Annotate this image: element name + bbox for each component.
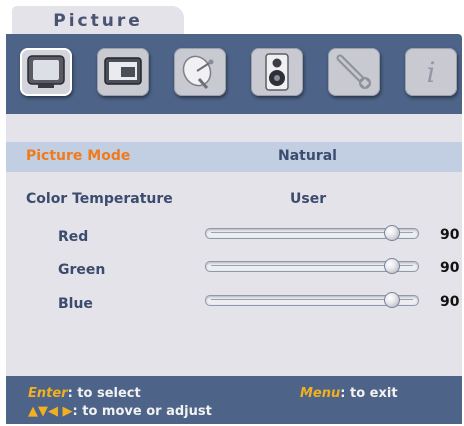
category-icon-bar: i <box>6 34 462 114</box>
menu-hint-text: : to exit <box>340 386 398 401</box>
help-footer: Enter: to select Menu: to exit ▲▼◀ ▶: to… <box>6 376 462 424</box>
enter-hint: Enter: to select <box>28 386 141 401</box>
arrow-keys-icon: ▲▼◀ ▶ <box>28 404 73 419</box>
wrench-icon <box>336 54 371 89</box>
red-value: 90 <box>440 227 460 243</box>
green-label: Green <box>58 262 106 278</box>
color-temperature-value[interactable]: User <box>290 191 326 207</box>
tab-sound[interactable] <box>251 48 303 96</box>
red-label: Red <box>58 229 89 245</box>
arrows-hint: ▲▼◀ ▶: to move or adjust <box>28 404 212 419</box>
blue-label: Blue <box>58 296 93 312</box>
settings-panel: Picture Mode Natural Color Temperature U… <box>6 114 462 376</box>
speaker-icon <box>265 53 289 91</box>
info-icon: i <box>426 55 436 89</box>
tab-setup[interactable] <box>328 48 380 96</box>
tv-icon <box>27 55 65 88</box>
tab-info[interactable]: i <box>405 48 457 96</box>
enter-key: Enter <box>28 386 68 401</box>
tab-channel[interactable] <box>174 48 226 96</box>
red-slider[interactable] <box>205 225 419 241</box>
arrows-hint-text: : to move or adjust <box>72 404 212 419</box>
green-slider[interactable] <box>205 258 419 274</box>
menu-hint: Menu: to exit <box>300 386 398 401</box>
picture-mode-label: Picture Mode <box>26 148 131 164</box>
color-temperature-label: Color Temperature <box>26 191 173 207</box>
satellite-dish-icon <box>182 55 214 89</box>
blue-slider[interactable] <box>205 292 419 308</box>
menu-key: Menu <box>300 386 341 401</box>
blue-value: 90 <box>440 294 460 310</box>
picture-mode-value[interactable]: Natural <box>278 148 337 164</box>
tab-picture[interactable] <box>20 48 72 96</box>
green-value: 90 <box>440 260 460 276</box>
menu-title-tab: Picture <box>12 6 184 36</box>
enter-hint-text: : to select <box>67 386 141 401</box>
osd-menu: Picture i Picture Mode Natural Color Tem… <box>0 0 464 426</box>
screen-icon <box>104 57 142 85</box>
tab-screen[interactable] <box>97 48 149 96</box>
menu-title: Picture <box>53 11 143 31</box>
